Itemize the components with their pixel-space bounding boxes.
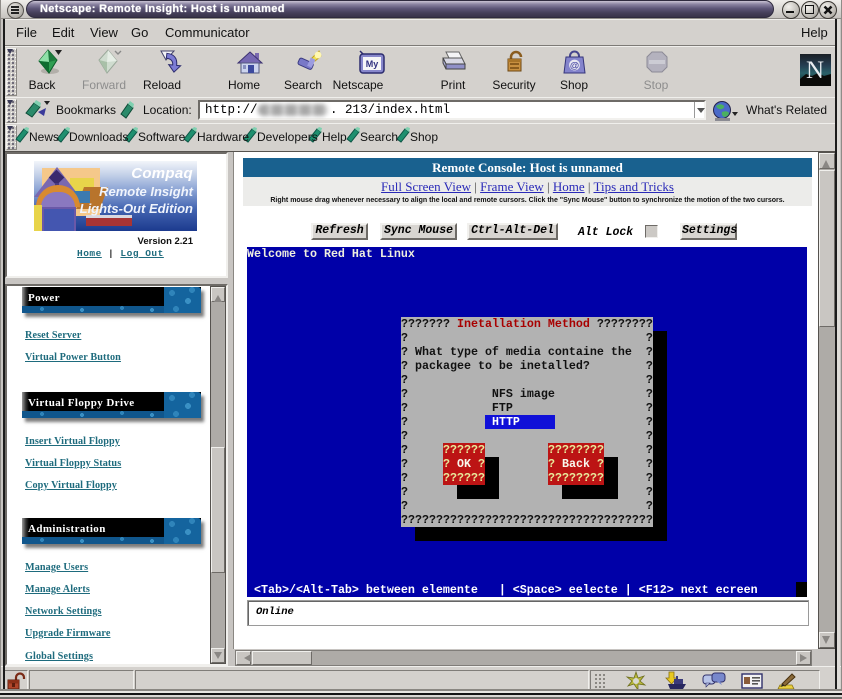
svg-text:@: @ bbox=[570, 60, 579, 71]
svg-text:N: N bbox=[806, 57, 824, 84]
svg-text:My: My bbox=[366, 59, 379, 69]
